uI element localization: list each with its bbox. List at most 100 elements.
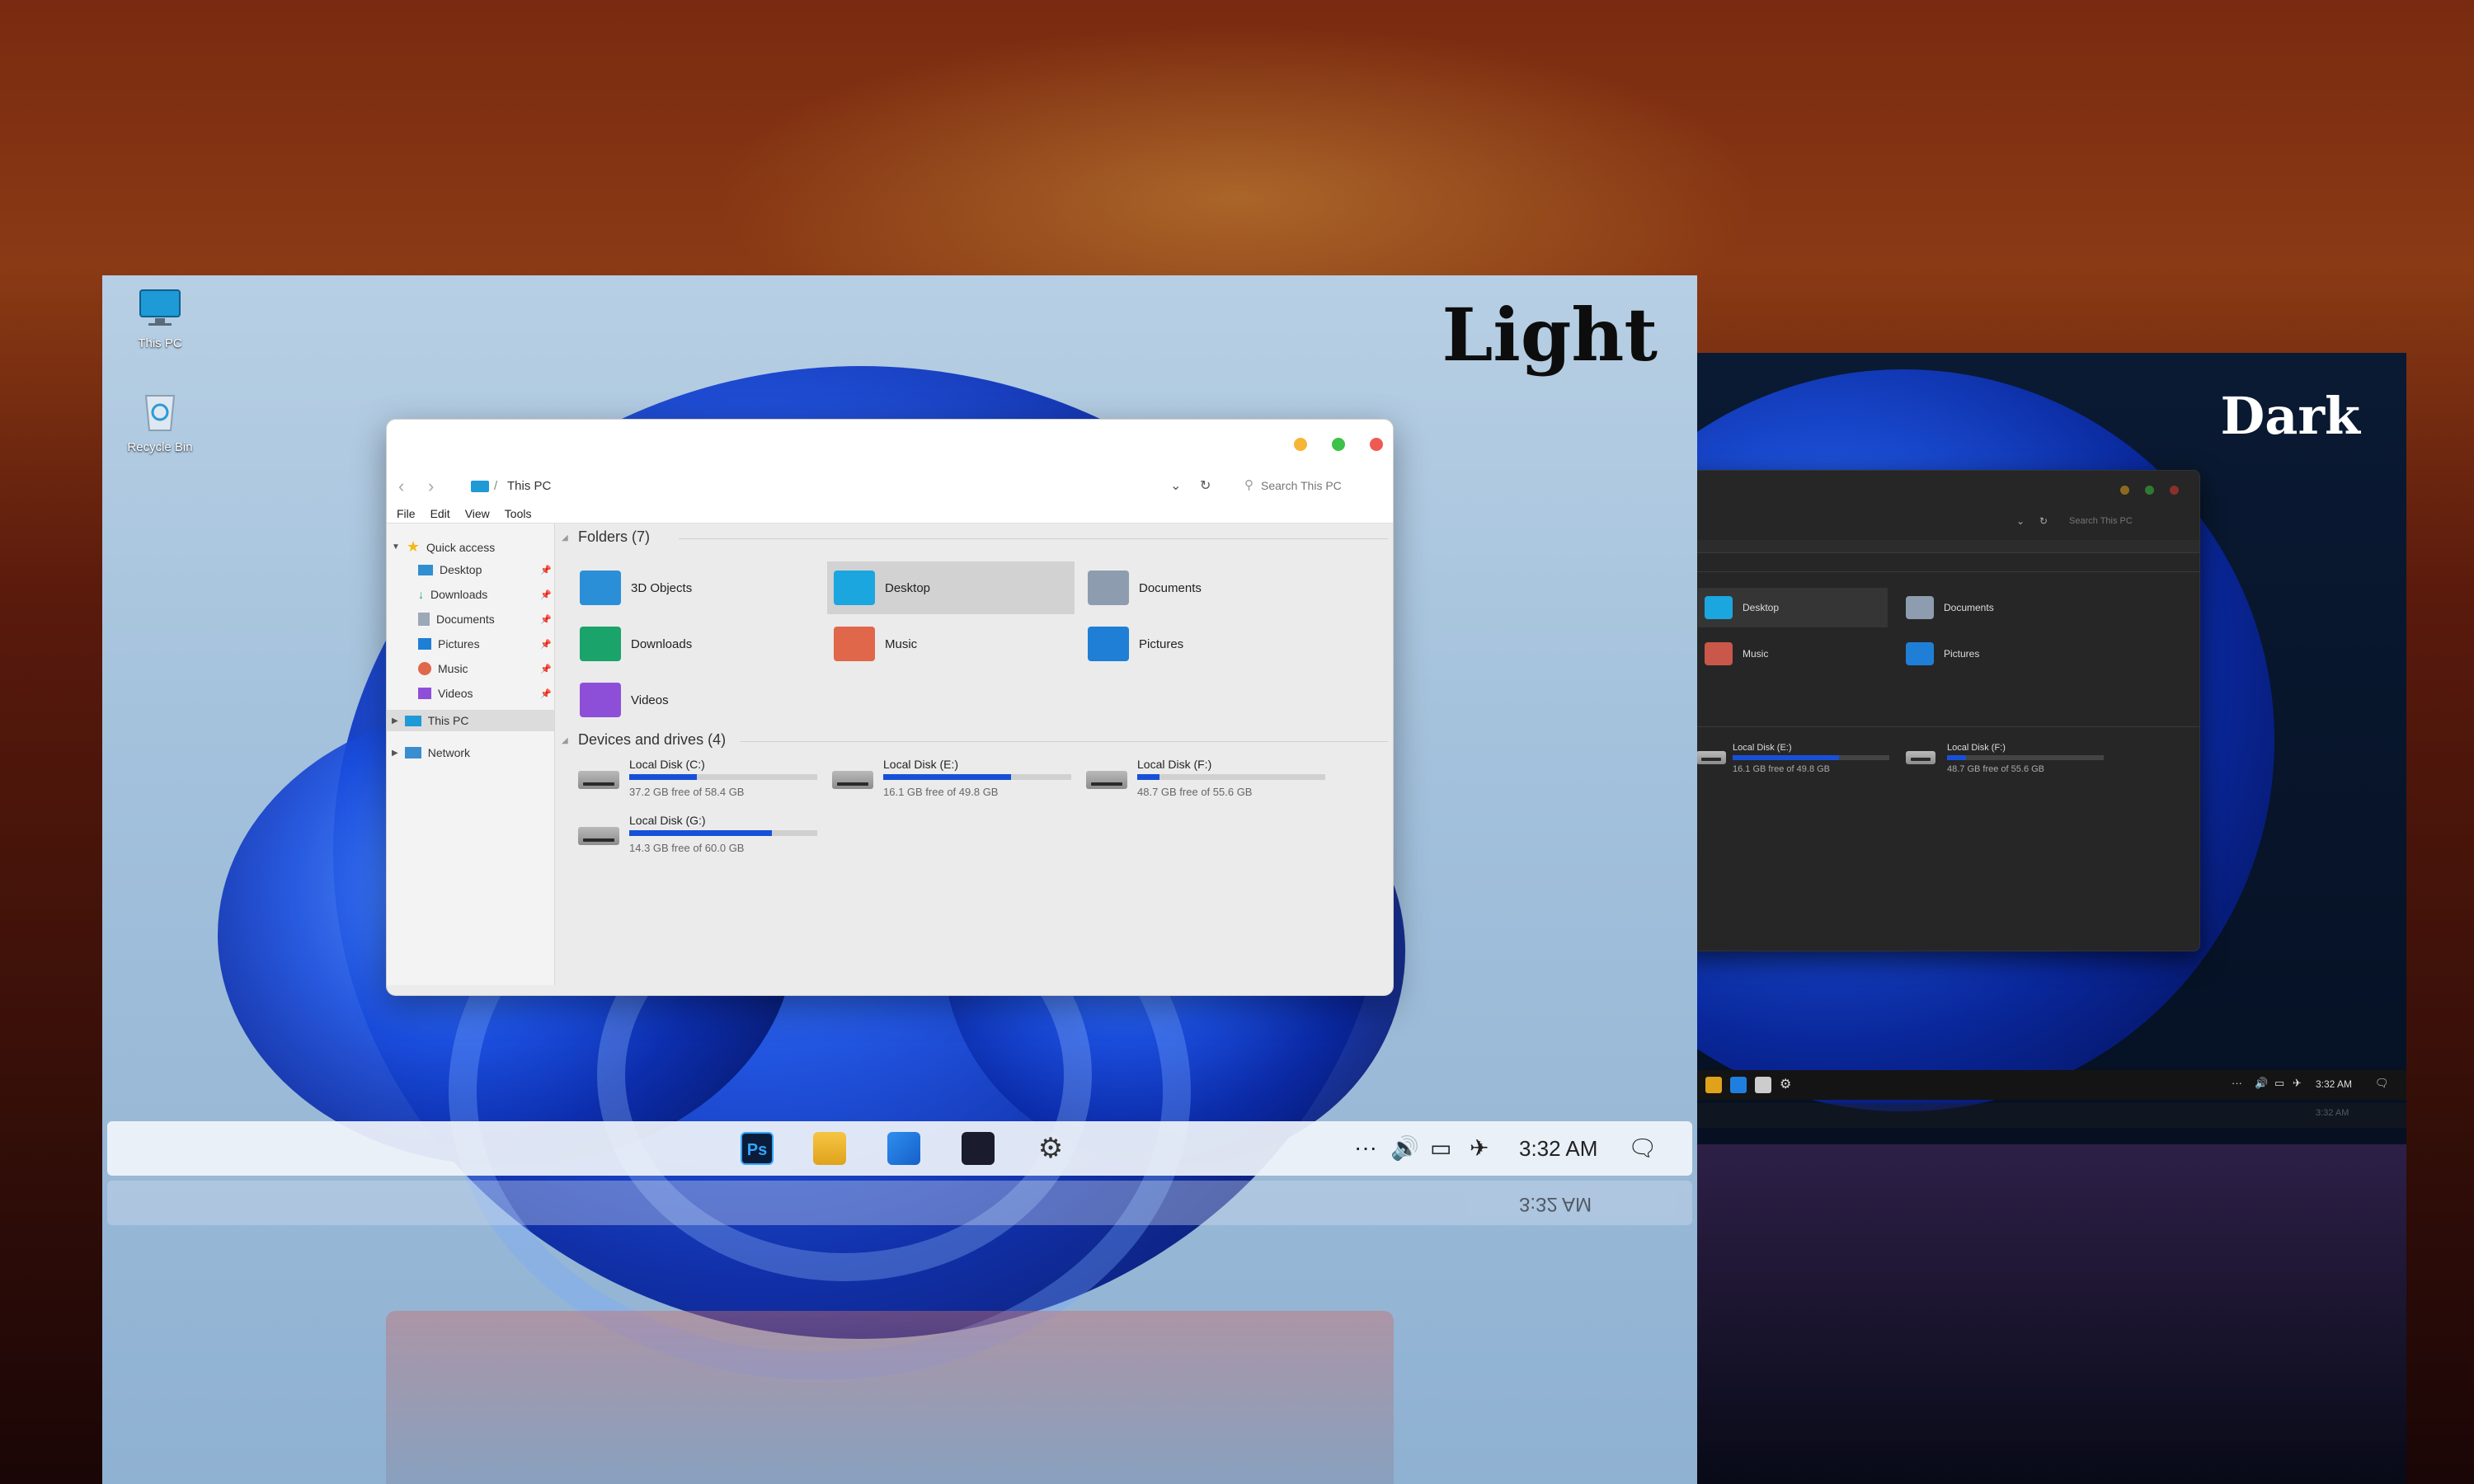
search-input[interactable] [2069,512,2185,530]
back-arrow-icon[interactable]: ‹ [398,476,404,497]
folder-music[interactable]: Music [1698,634,1888,674]
notification-icon[interactable]: 🗨 [2375,1077,2389,1090]
refresh-icon[interactable]: ↻ [2039,515,2048,527]
battery-icon[interactable]: ▭ [2274,1077,2284,1090]
nav-network[interactable]: ▶ Network [392,746,470,759]
file-explorer-icon[interactable] [1705,1077,1722,1093]
drive-usage-bar [629,774,817,780]
pin-icon: 📌 [540,640,552,650]
drive-usage-fill [1137,774,1160,780]
close-button[interactable] [1370,438,1383,451]
nav-quick-access[interactable]: ▼ ★ Quick access [392,538,495,556]
downloads-folder-icon [580,627,621,661]
chevron-down-icon[interactable]: ⌄ [2016,515,2025,527]
volume-icon[interactable]: 🔊 [2255,1077,2268,1090]
menu-edit[interactable]: Edit [430,507,450,520]
hard-drive-icon [1697,751,1726,764]
nav-item-pictures[interactable]: Pictures [418,637,480,650]
expand-arrow-icon[interactable]: ▶ [392,749,398,758]
airplane-icon[interactable]: ✈ [1470,1134,1489,1162]
windows-start-icon[interactable] [1730,1077,1747,1093]
nav-item-downloads[interactable]: ↓ Downloads [418,588,487,601]
close-button[interactable] [2170,486,2179,495]
pictures-folder-icon [1906,642,1934,665]
menu-tools[interactable]: Tools [505,507,532,520]
folder-downloads[interactable]: Downloads [573,618,821,670]
nav-item-desktop[interactable]: Desktop [418,563,482,576]
desktop-reflection [1697,1144,2406,1484]
clock[interactable]: 3:32 AM [1519,1136,1597,1162]
drive-usage-bar [1733,755,1889,760]
collapse-arrow-icon[interactable]: ◢ [562,736,568,745]
desktop-icon-this-pc[interactable]: This PC [111,287,209,350]
photoshop-icon[interactable]: Ps [741,1132,774,1165]
airplane-icon[interactable]: ✈ [2293,1077,2302,1090]
store-icon[interactable] [1755,1077,1771,1093]
desktop-icon-recycle-bin[interactable]: Recycle Bin [111,389,209,454]
drive-usage-fill [629,774,698,780]
drive-usage-fill [883,774,1012,780]
drive-f[interactable]: Local Disk (F:) 48.7 GB free of 55.6 GB [1906,743,2112,797]
drive-c[interactable]: Local Disk (C:) 37.2 GB free of 58.4 GB [578,758,825,812]
drive-g[interactable]: Local Disk (G:) 14.3 GB free of 60.0 GB [578,814,825,868]
drive-usage-bar [1947,755,2104,760]
folder-3d-objects[interactable]: 3D Objects [573,561,821,614]
expand-arrow-icon[interactable]: ▶ [392,716,398,726]
clock[interactable]: 3:32 AM [2316,1078,2352,1090]
drive-e[interactable]: Local Disk (E:) 16.1 GB free of 49.8 GB [832,758,1079,812]
folder-videos[interactable]: Videos [573,674,821,726]
drive-usage-bar [1137,774,1325,780]
download-arrow-icon: ↓ [418,588,424,601]
store-icon[interactable] [962,1132,995,1165]
minimize-button[interactable] [1294,438,1307,451]
file-explorer-icon[interactable] [813,1132,846,1165]
overflow-icon[interactable]: ··· [2232,1077,2242,1089]
notification-icon[interactable]: 🗨 [1628,1134,1658,1162]
windows-start-icon[interactable] [887,1132,920,1165]
videos-folder-icon [580,683,621,717]
collapse-arrow-icon[interactable]: ◢ [562,533,568,542]
drive-f[interactable]: Local Disk (F:) 48.7 GB free of 55.6 GB [1086,758,1333,812]
drive-usage-fill [1733,755,1840,760]
maximize-button[interactable] [1332,438,1345,451]
menu-file[interactable]: File [397,507,416,520]
refresh-icon[interactable]: ↻ [1200,477,1211,494]
maximize-button[interactable] [2145,486,2154,495]
music-icon [418,662,431,675]
windows-drive-icon [578,771,619,789]
folder-desktop[interactable]: Desktop [827,561,1075,614]
nav-item-documents[interactable]: Documents [418,613,495,626]
chevron-down-icon[interactable]: ⌄ [1170,477,1181,494]
menu-view[interactable]: View [465,507,490,520]
drives-group-header[interactable]: Devices and drives (4) [578,731,726,749]
pin-icon: 📌 [540,665,552,674]
pictures-folder-icon [1088,627,1129,661]
reflected-clock: 3:32 AM [1519,1193,1592,1215]
reflected-clock: 3:32 AM [2316,1108,2349,1118]
forward-arrow-icon[interactable]: › [428,476,434,497]
folder-music[interactable]: Music [827,618,1075,670]
taskbar-light: Ps ⚙ ··· 🔊 ▭ ✈ 3:32 AM 🗨 [107,1121,1692,1176]
settings-icon[interactable]: ⚙ [1780,1077,1796,1093]
dark-theme-title: Dark [2220,386,2360,446]
battery-icon[interactable]: ▭ [1430,1134,1451,1162]
folder-documents[interactable]: Documents [1899,588,2089,627]
folder-pictures[interactable]: Pictures [1081,618,1329,670]
content-pane: ◢ Folders (7) 3D Objects Desktop Documen… [555,524,1393,985]
overflow-icon[interactable]: ··· [1354,1134,1377,1161]
folder-pictures[interactable]: Pictures [1899,634,2089,674]
folders-group-header[interactable]: Folders (7) [578,528,650,546]
search-input[interactable] [1261,474,1385,497]
expand-arrow-icon[interactable]: ▼ [392,542,400,552]
volume-icon[interactable]: 🔊 [1390,1134,1419,1162]
folder-documents[interactable]: Documents [1081,561,1329,614]
breadcrumb[interactable]: This PC [507,479,551,493]
settings-icon[interactable]: ⚙ [1034,1132,1067,1165]
minimize-button[interactable] [2120,486,2129,495]
nav-this-pc[interactable]: ▶ This PC [387,710,554,731]
nav-item-music[interactable]: Music [418,662,468,675]
drive-e[interactable]: Local Disk (E:) 16.1 GB free of 49.8 GB [1697,743,1903,797]
folder-desktop[interactable]: Desktop [1698,588,1888,627]
nav-item-videos[interactable]: Videos [418,687,473,700]
light-desktop: Light This PC Recycle Bin ‹ › / This PC … [102,275,1697,1484]
